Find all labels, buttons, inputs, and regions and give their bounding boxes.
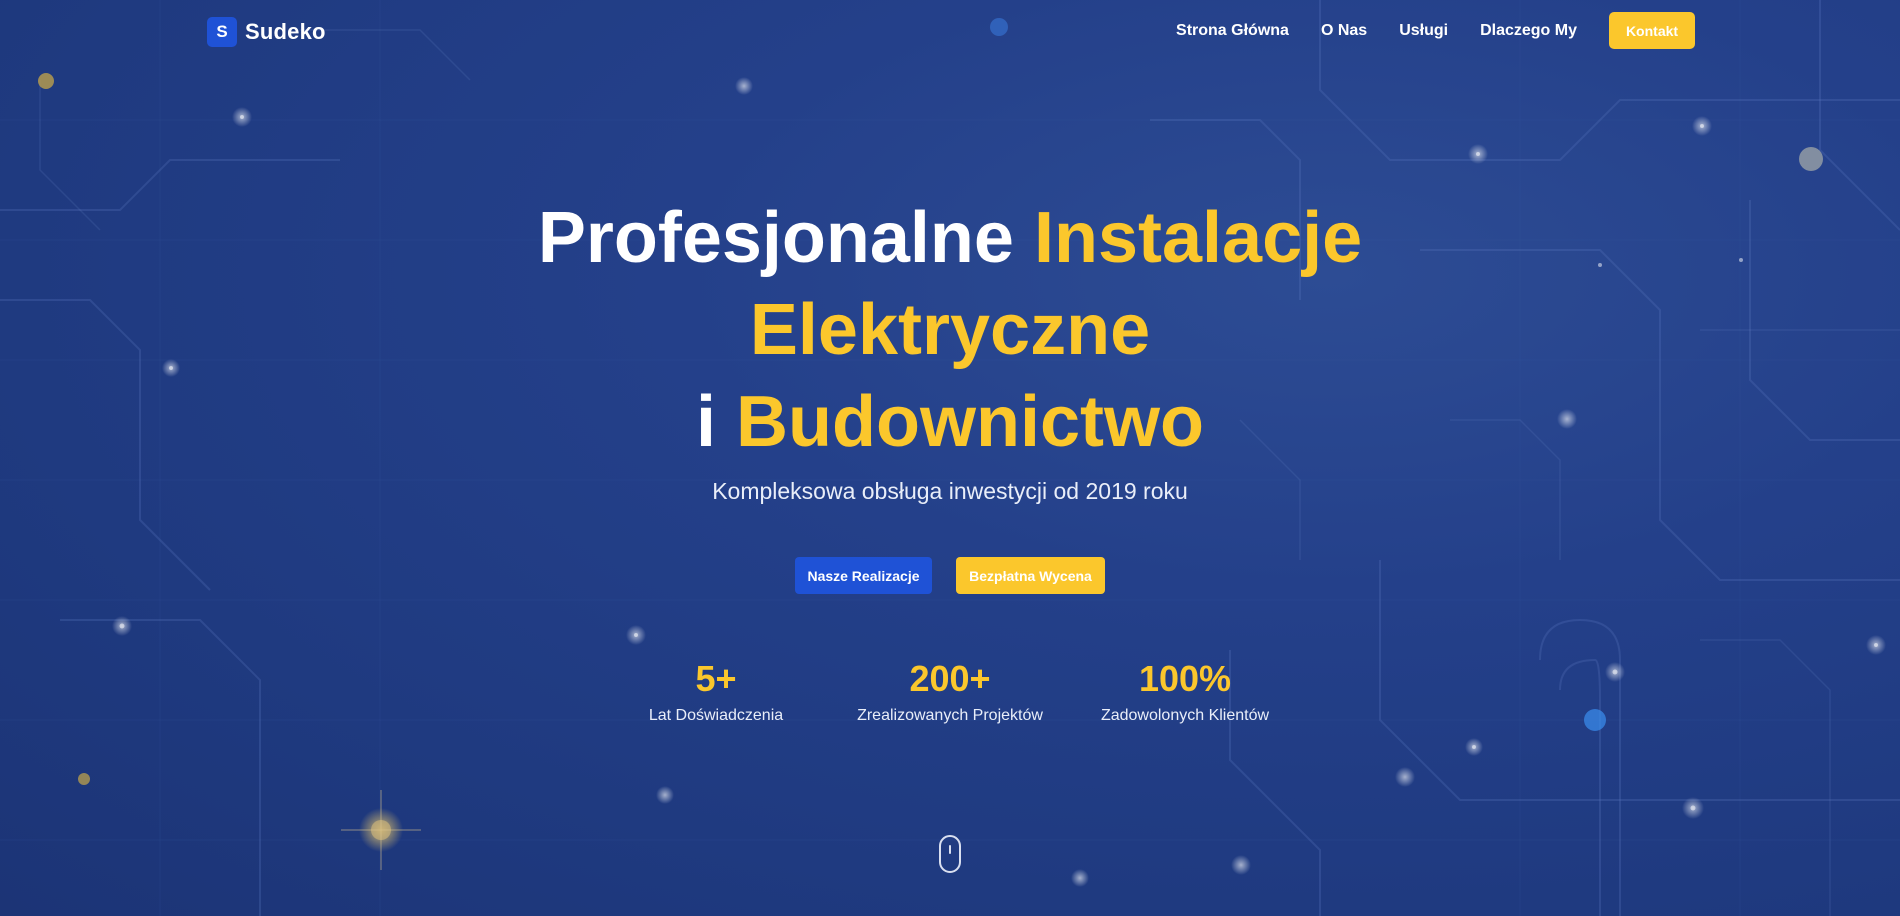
nav-menu: Strona Główna O Nas Usługi Dlaczego My K…: [1144, 12, 1695, 49]
stat-projects: 200+ Zrealizowanych Projektów: [830, 655, 1070, 725]
stat-value: 100%: [1138, 658, 1232, 699]
headline-word-construction: Budownictwo: [736, 382, 1204, 462]
hero-subtitle: Kompleksowa obsługa inwestycji od 2019 r…: [712, 478, 1188, 504]
our-projects-button[interactable]: Nasze Realizacje: [795, 557, 932, 594]
brand-name: Sudeko: [245, 19, 326, 44]
contact-button[interactable]: Kontakt: [1609, 12, 1695, 49]
headline-word-and: i: [696, 382, 717, 462]
stat-value: 200+: [909, 658, 991, 699]
headline-word-installations: Instalacje: [1033, 198, 1363, 278]
hero-section: S Sudeko Strona Główna O Nas Usługi Dlac…: [0, 0, 1900, 916]
headline-line-3: i Budownictwo: [696, 382, 1204, 462]
stat-experience: 5+ Lat Doświadczenia: [596, 655, 836, 725]
free-quote-button[interactable]: Bezpłatna Wycena: [956, 557, 1105, 594]
nav-item-services[interactable]: Usługi: [1399, 22, 1448, 40]
mouse-scroll-icon[interactable]: [939, 835, 961, 873]
headline-word-professional: Profesjonalne: [537, 198, 1014, 278]
hero-headline: Profesjonalne Instalacje Elektryczne i B…: [0, 192, 1900, 468]
headline-word-electrical: Elektryczne: [749, 290, 1151, 370]
stat-label: Lat Doświadczenia: [648, 707, 784, 724]
stat-label: Zrealizowanych Projektów: [857, 707, 1043, 724]
nav-item-home[interactable]: Strona Główna: [1176, 22, 1289, 40]
logo-badge: S: [207, 17, 237, 47]
nav-item-about[interactable]: O Nas: [1321, 22, 1367, 40]
logo[interactable]: S Sudeko: [207, 17, 326, 47]
scroll-wheel: [949, 845, 951, 854]
stat-clients: 100% Zadowolonych Klientów: [1065, 655, 1305, 725]
stat-value: 5+: [695, 658, 737, 699]
stat-label: Zadowolonych Klientów: [1100, 707, 1270, 724]
navbar: S Sudeko Strona Główna O Nas Usługi Dlac…: [0, 0, 1900, 62]
nav-item-why-us[interactable]: Dlaczego My: [1480, 22, 1577, 40]
headline-line-1: Profesjonalne Instalacje: [538, 198, 1362, 278]
hero-buttons: Nasze Realizacje Bezpłatna Wycena: [0, 557, 1900, 594]
